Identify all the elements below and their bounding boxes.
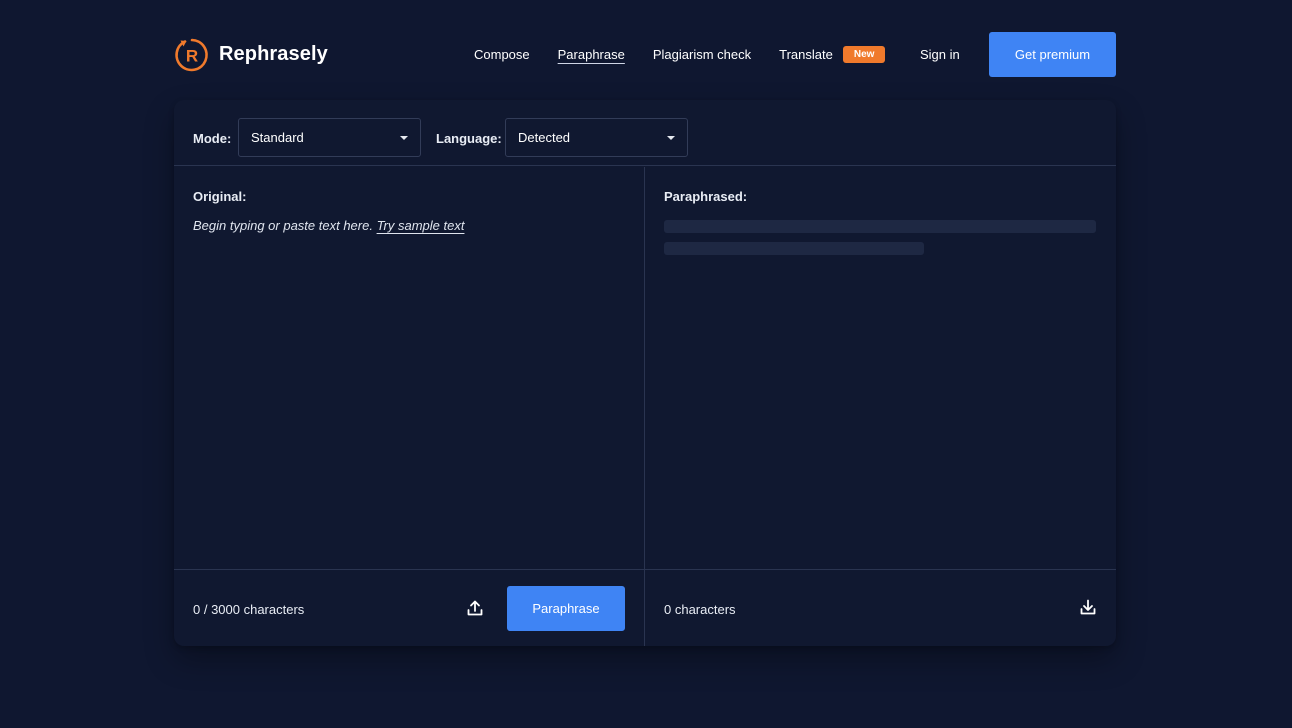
main-nav: Compose Paraphrase Plagiarism check Tran… bbox=[474, 32, 886, 77]
skeleton-line bbox=[664, 242, 924, 255]
try-sample-text-link[interactable]: Try sample text bbox=[377, 218, 465, 233]
nav-plagiarism-check[interactable]: Plagiarism check bbox=[653, 47, 751, 62]
language-label: Language: bbox=[436, 131, 502, 146]
paraphrase-button[interactable]: Paraphrase bbox=[507, 586, 625, 631]
upload-icon[interactable] bbox=[464, 597, 486, 619]
toolbar: Mode: Standard Language: Detected bbox=[174, 100, 1116, 166]
paraphraser-card: Mode: Standard Language: Detected Origin… bbox=[174, 100, 1116, 646]
brand-name: Rephrasely bbox=[219, 43, 328, 65]
original-title: Original: bbox=[193, 189, 247, 204]
chevron-down-icon bbox=[667, 136, 675, 140]
paraphrased-char-count: 0 characters bbox=[664, 602, 736, 617]
download-icon-glyph bbox=[1080, 599, 1096, 615]
logo-letter: R bbox=[186, 46, 198, 65]
sign-in-link[interactable]: Sign in bbox=[920, 47, 960, 62]
logo[interactable]: R Rephrasely bbox=[174, 37, 328, 73]
nav-translate[interactable]: Translate bbox=[779, 47, 833, 62]
new-badge: New bbox=[842, 46, 886, 63]
skeleton-line bbox=[664, 220, 1096, 233]
chevron-down-icon bbox=[400, 136, 408, 140]
download-icon[interactable] bbox=[1077, 596, 1099, 618]
footer-divider bbox=[174, 569, 1116, 570]
mode-select[interactable]: Standard bbox=[238, 118, 421, 157]
original-text-input[interactable]: Begin typing or paste text here. Try sam… bbox=[193, 218, 464, 233]
placeholder-text: Begin typing or paste text here. bbox=[193, 218, 373, 233]
get-premium-button[interactable]: Get premium bbox=[989, 32, 1116, 77]
paraphrased-title: Paraphrased: bbox=[664, 189, 748, 204]
language-value: Detected bbox=[518, 130, 571, 145]
language-select[interactable]: Detected bbox=[505, 118, 688, 157]
mode-label: Mode: bbox=[193, 131, 232, 146]
page: R Rephrasely Compose Paraphrase Plagiari… bbox=[0, 0, 1292, 728]
original-char-count: 0 / 3000 characters bbox=[193, 602, 305, 617]
header: R Rephrasely Compose Paraphrase Plagiari… bbox=[174, 32, 1116, 77]
upload-icon-glyph bbox=[467, 600, 483, 616]
nav-paraphrase[interactable]: Paraphrase bbox=[558, 47, 625, 62]
pane-divider bbox=[644, 167, 645, 646]
logo-icon: R bbox=[175, 38, 208, 71]
nav-compose[interactable]: Compose bbox=[474, 47, 530, 62]
mode-value: Standard bbox=[251, 130, 304, 145]
